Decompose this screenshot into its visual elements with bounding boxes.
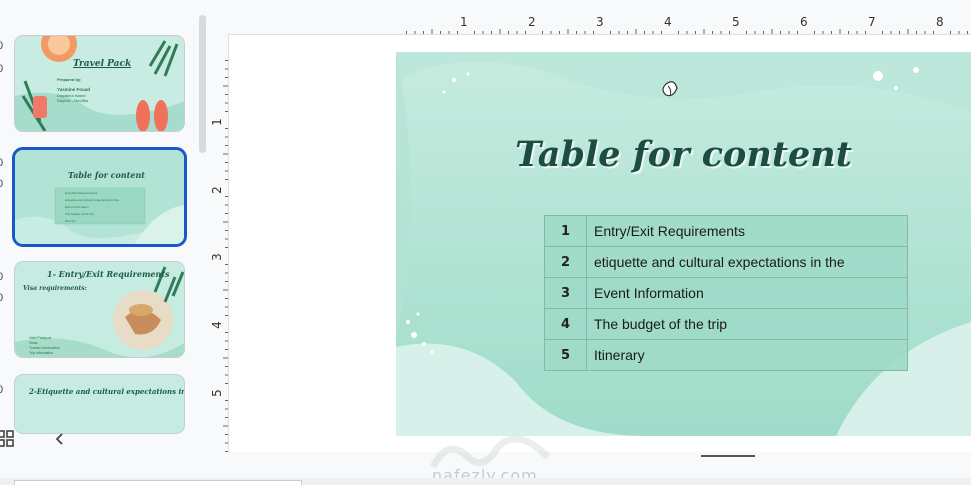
- thumbnail-subtitle: Visa requirements:: [23, 285, 87, 292]
- current-slide[interactable]: Table for content 1 Entry/Exit Requiremen…: [396, 52, 971, 436]
- grid-icon: [0, 430, 14, 447]
- row-number[interactable]: 1: [544, 215, 587, 247]
- ruler-label: 3: [596, 15, 604, 29]
- row-label[interactable]: Event Information: [586, 277, 908, 309]
- slide-thumbnail-4-art: [15, 375, 184, 433]
- table-row[interactable]: 5 Itinerary: [544, 339, 908, 371]
- chevron-left-icon: [55, 433, 63, 445]
- ruler-label: 1: [460, 15, 468, 29]
- slide-number: 0: [0, 157, 4, 169]
- slide-number: 0: [0, 271, 4, 283]
- slide-title[interactable]: Table for content: [396, 134, 971, 175]
- ruler-label: 6: [800, 15, 808, 29]
- table-row[interactable]: 2 etiquette and cultural expectations in …: [544, 246, 908, 278]
- row-label[interactable]: Entry/Exit Requirements: [586, 215, 908, 247]
- ruler-label: 2: [528, 15, 536, 29]
- ruler-label: 1: [209, 118, 224, 126]
- table-row[interactable]: 4 The budget of the trip: [544, 308, 908, 340]
- row-number[interactable]: 5: [544, 339, 587, 371]
- ruler-label: 5: [732, 15, 740, 29]
- slide-number: 0: [0, 40, 4, 52]
- row-label[interactable]: Itinerary: [586, 339, 908, 371]
- vertical-ruler[interactable]: 1 2 3 4 5: [206, 34, 228, 452]
- thumbnail-text: Trip information: [29, 351, 54, 355]
- thumbnail-text: The budget of the trip: [65, 212, 94, 216]
- slide-thumbnail-1[interactable]: Travel Pack Prepared by: Yasmine Fouad D…: [14, 35, 185, 132]
- ruler-label: 8: [936, 15, 944, 29]
- ruler-label: 4: [209, 321, 224, 329]
- thumbnail-text: Tourism Information: [29, 346, 60, 350]
- thumbnail-text: Valid Passport: [29, 336, 52, 340]
- thumbnail-text: etiquette and cultural expectations in t…: [65, 198, 119, 202]
- collapse-filmstrip-button[interactable]: [52, 430, 68, 448]
- slide-thumbnail-2[interactable]: Table for content Entry/Exit Requirement…: [12, 147, 187, 247]
- ruler-label: 3: [209, 253, 224, 261]
- thumbnail-text: Yasmine Fouad: [57, 87, 91, 92]
- row-number[interactable]: 3: [544, 277, 587, 309]
- thumbnail-text: Itinerary: [65, 219, 76, 223]
- slide-number: 0: [0, 292, 4, 304]
- thumbnail-text: Visas: [29, 341, 38, 345]
- ruler-label: 2: [209, 186, 224, 194]
- row-label[interactable]: The budget of the trip: [586, 308, 908, 340]
- slide-thumbnail-4[interactable]: 2-Etiquette and cultural expectations in…: [14, 374, 185, 434]
- slide-number: 0: [0, 384, 4, 396]
- row-label[interactable]: etiquette and cultural expectations in t…: [586, 246, 908, 278]
- thumbnail-text: Entry/Exit Requirements: [65, 191, 98, 195]
- filmstrip-panel: 0 0 Travel Pack Prepared by: Yasmine Fou…: [0, 0, 218, 455]
- grid-view-button[interactable]: [0, 430, 15, 448]
- table-row[interactable]: 3 Event Information: [544, 277, 908, 309]
- slide-number: 0: [0, 63, 4, 75]
- thumbnail-title: 2-Etiquette and cultural expectations in…: [29, 387, 185, 396]
- thumbnail-title: Travel Pack: [73, 59, 132, 69]
- slide-thumbnail-3[interactable]: 1- Entry/Exit Requirements Visa requirem…: [14, 261, 185, 358]
- ruler-label: 7: [868, 15, 876, 29]
- bottom-panel-tab[interactable]: [14, 480, 302, 485]
- row-number[interactable]: 4: [544, 308, 587, 340]
- table-of-contents[interactable]: 1 Entry/Exit Requirements 2 etiquette and c…: [544, 215, 908, 371]
- slide-thumbnail-2-art: [15, 150, 184, 244]
- divider: [701, 455, 755, 457]
- thumbnail-title: Table for content: [68, 170, 145, 180]
- slide-number: 0: [0, 178, 4, 190]
- ruler-label: 5: [209, 389, 224, 397]
- thumbnail-title: 1- Entry/Exit Requirements: [47, 269, 170, 279]
- ruler-label: 4: [664, 15, 672, 29]
- horizontal-ruler[interactable]: 1 2 3 4 5 6 7 8: [228, 12, 971, 34]
- thumbnail-text: Event Information: [65, 205, 89, 209]
- thumbnail-text: Prepared by:: [57, 77, 82, 82]
- thumbnail-text: Day/Mo - Dec/Bia: [57, 98, 89, 103]
- row-number[interactable]: 2: [544, 246, 587, 278]
- filmstrip-scrollbar[interactable]: [199, 15, 206, 153]
- table-row[interactable]: 1 Entry/Exit Requirements: [544, 215, 908, 247]
- slide-thumbnail-1-art: [15, 36, 184, 131]
